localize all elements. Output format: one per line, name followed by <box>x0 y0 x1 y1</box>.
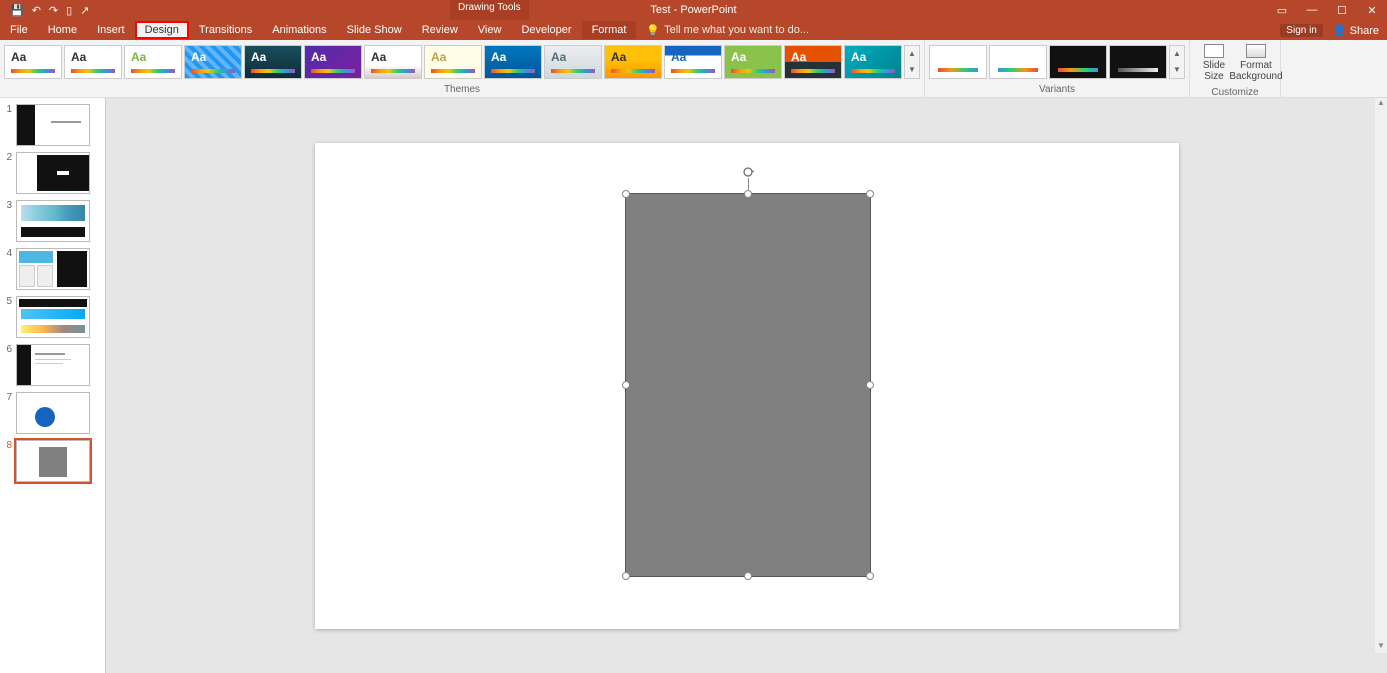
slide-number: 7 <box>4 392 12 434</box>
slide-thumbnail-6[interactable] <box>16 344 90 386</box>
tell-me-search[interactable]: 💡 Tell me what you want to do... <box>646 24 809 37</box>
window-controls: ▭ — ☐ ✕ <box>1267 4 1387 17</box>
theme-option[interactable]: Aa <box>484 45 542 79</box>
tab-developer[interactable]: Developer <box>511 21 581 39</box>
tab-animations[interactable]: Animations <box>262 21 336 39</box>
slide-thumbnail-2[interactable] <box>16 152 90 194</box>
theme-option[interactable]: Aa <box>64 45 122 79</box>
tab-transitions[interactable]: Transitions <box>189 21 262 39</box>
resize-handle-top-center[interactable] <box>744 190 752 198</box>
title-bar: 💾 ↶ ↷ ▯ ↗ Drawing Tools Test - PowerPoin… <box>0 0 1387 20</box>
variant-option[interactable] <box>929 45 987 79</box>
theme-office[interactable]: Aa <box>4 45 62 79</box>
resize-handle-top-left[interactable] <box>622 190 630 198</box>
theme-option[interactable]: Aa <box>304 45 362 79</box>
ribbon-tabs: File Home Insert Design Transitions Anim… <box>0 20 1387 40</box>
touch-mode-icon[interactable]: ↗ <box>80 4 89 17</box>
save-icon[interactable]: 💾 <box>10 4 24 17</box>
slide-canvas-area <box>106 98 1387 673</box>
tell-me-placeholder: Tell me what you want to do... <box>664 24 809 36</box>
close-icon[interactable]: ✕ <box>1357 4 1387 17</box>
group-label-themes: Themes <box>0 83 924 97</box>
themes-more-button[interactable]: ▲▼ <box>904 45 920 79</box>
theme-option[interactable]: Aa <box>784 45 842 79</box>
variants-more-button[interactable]: ▲▼ <box>1169 45 1185 79</box>
theme-option[interactable]: Aa <box>424 45 482 79</box>
slide-thumbnail-1[interactable] <box>16 104 90 146</box>
slide-number: 1 <box>4 104 12 146</box>
tab-insert[interactable]: Insert <box>87 21 135 39</box>
variant-option[interactable] <box>1049 45 1107 79</box>
slide-thumbnail-5[interactable] <box>16 296 90 338</box>
tab-home[interactable]: Home <box>38 21 87 39</box>
slide-number: 8 <box>4 440 12 482</box>
slide-canvas[interactable] <box>315 143 1179 629</box>
theme-option[interactable]: Aa <box>724 45 782 79</box>
undo-icon[interactable]: ↶ <box>32 4 41 17</box>
slide-size-icon <box>1204 44 1224 58</box>
theme-option[interactable]: Aa <box>844 45 902 79</box>
maximize-icon[interactable]: ☐ <box>1327 4 1357 17</box>
contextual-tab-label: Drawing Tools <box>450 0 529 20</box>
slide-number: 5 <box>4 296 12 338</box>
vertical-scrollbar[interactable]: ▲ ▼ <box>1375 98 1387 653</box>
ribbon: Aa Aa Aa Aa Aa Aa Aa Aa Aa Aa Aa Aa Aa A… <box>0 40 1387 98</box>
group-label-variants: Variants <box>925 83 1189 97</box>
tab-review[interactable]: Review <box>412 21 468 39</box>
variant-option[interactable] <box>1109 45 1167 79</box>
theme-option[interactable]: Aa <box>184 45 242 79</box>
start-from-beginning-icon[interactable]: ▯ <box>66 4 72 17</box>
slide-thumbnails-panel: 1 2 3 4 5 6 7 8 <box>0 98 106 673</box>
theme-option[interactable]: Aa <box>364 45 422 79</box>
theme-option[interactable]: Aa <box>124 45 182 79</box>
redo-icon[interactable]: ↷ <box>49 4 58 17</box>
theme-option[interactable]: Aa <box>244 45 302 79</box>
share-button[interactable]: 👤 Share <box>1333 24 1379 37</box>
slide-number: 6 <box>4 344 12 386</box>
slide-number: 2 <box>4 152 12 194</box>
rotate-handle[interactable] <box>742 166 754 178</box>
theme-option[interactable]: Aa <box>664 45 722 79</box>
slide-thumbnail-4[interactable] <box>16 248 90 290</box>
resize-handle-bottom-center[interactable] <box>744 572 752 580</box>
resize-handle-top-right[interactable] <box>866 190 874 198</box>
format-background-button[interactable]: Format Background <box>1236 43 1276 83</box>
quick-access-toolbar: 💾 ↶ ↷ ▯ ↗ <box>0 4 89 17</box>
slide-number: 3 <box>4 200 12 242</box>
slide-number: 4 <box>4 248 12 290</box>
main-area: 1 2 3 4 5 6 7 8 <box>0 98 1387 673</box>
tab-format[interactable]: Format <box>582 21 637 39</box>
selected-rectangle-shape[interactable] <box>625 193 871 577</box>
scroll-down-icon[interactable]: ▼ <box>1375 641 1387 653</box>
tab-design[interactable]: Design <box>135 21 189 39</box>
resize-handle-bottom-right[interactable] <box>866 572 874 580</box>
theme-option[interactable]: Aa <box>544 45 602 79</box>
theme-option[interactable]: Aa <box>604 45 662 79</box>
scroll-up-icon[interactable]: ▲ <box>1375 98 1387 110</box>
sign-in-button[interactable]: Sign in <box>1280 24 1323 37</box>
resize-handle-bottom-left[interactable] <box>622 572 630 580</box>
variant-option[interactable] <box>989 45 1047 79</box>
lightbulb-icon: 💡 <box>646 24 660 37</box>
ribbon-display-options-icon[interactable]: ▭ <box>1267 4 1297 17</box>
format-background-icon <box>1246 44 1266 58</box>
resize-handle-middle-right[interactable] <box>866 381 874 389</box>
slide-thumbnail-8[interactable] <box>16 440 90 482</box>
slide-thumbnail-7[interactable] <box>16 392 90 434</box>
tab-slideshow[interactable]: Slide Show <box>337 21 412 39</box>
slide-thumbnail-3[interactable] <box>16 200 90 242</box>
rotate-stem <box>748 178 749 190</box>
minimize-icon[interactable]: — <box>1297 4 1327 17</box>
tab-view[interactable]: View <box>468 21 512 39</box>
tab-file[interactable]: File <box>0 21 38 39</box>
document-title: Test - PowerPoint <box>650 4 736 16</box>
slide-size-button[interactable]: Slide Size <box>1194 43 1234 83</box>
resize-handle-middle-left[interactable] <box>622 381 630 389</box>
